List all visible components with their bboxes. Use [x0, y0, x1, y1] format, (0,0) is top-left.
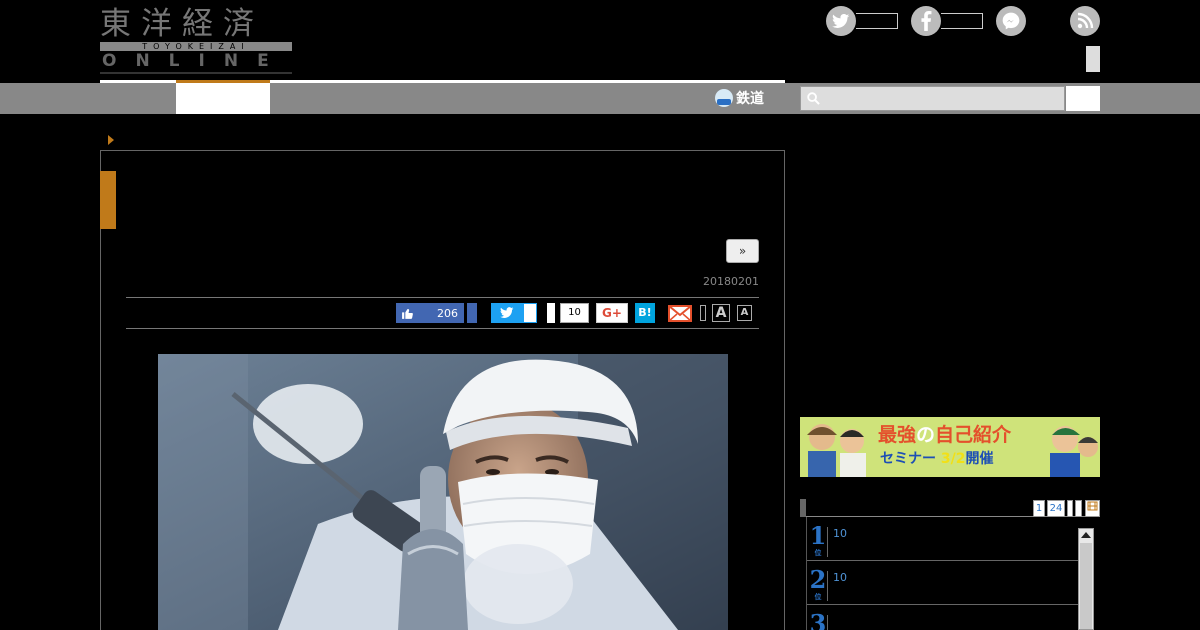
ranking-tab-4[interactable]: [1075, 500, 1082, 517]
rank-separator: [827, 527, 828, 557]
nav-rail-label: 鉄道: [736, 91, 764, 107]
rank-number: 3: [809, 611, 827, 630]
twitter-bird-icon: [500, 307, 514, 319]
tweet-button[interactable]: [491, 303, 523, 323]
facebook-like-count: 206: [437, 306, 458, 320]
ranking-row[interactable]: 2位 10: [807, 561, 1079, 605]
scroll-thumb[interactable]: [1080, 543, 1092, 629]
seminar-banner[interactable]: 最強の自己紹介 セミナー 3/2開催: [800, 417, 1100, 477]
logo-underline: [100, 72, 292, 74]
ranking-row[interactable]: 3: [807, 605, 1079, 630]
logo-online: ONLINE: [102, 51, 288, 71]
ranking-scrollbar[interactable]: [1078, 528, 1094, 630]
hatena-bookmark-button[interactable]: B!: [635, 303, 655, 323]
print-button[interactable]: [700, 305, 706, 321]
rank-digit: 1: [809, 521, 827, 550]
thumbs-up-icon: [402, 308, 413, 319]
rank-value: 10: [833, 571, 847, 584]
ranking-header-bar: [800, 499, 806, 517]
google-plus-button[interactable]: G+: [596, 303, 628, 323]
banner-subtitle: セミナー 3/2開催: [880, 450, 993, 468]
rank-separator: [827, 571, 828, 601]
search-icon: [807, 92, 820, 105]
rank-number: 1位: [809, 521, 827, 557]
rank-suffix: 位: [814, 548, 822, 557]
messenger-share[interactable]: [996, 6, 1026, 36]
ranking-tab-icon: [1087, 501, 1098, 511]
twitter-icon: [826, 6, 856, 36]
logo-kanji: 東洋経済: [100, 6, 264, 42]
nav-tab-active[interactable]: [176, 83, 270, 114]
title-accent-bar: [100, 171, 116, 229]
ranking-row[interactable]: 1位 10: [807, 517, 1079, 561]
twitter-follow[interactable]: [826, 6, 898, 36]
banner-title-a: 最強: [878, 424, 917, 446]
scroll-up-icon[interactable]: [1081, 532, 1091, 538]
header-widget[interactable]: [1086, 46, 1100, 72]
train-icon: [715, 89, 733, 107]
font-size-small-button[interactable]: A: [737, 305, 752, 321]
banner-subtitle-date: 3/2: [940, 451, 966, 467]
twitter-follow-count: [856, 13, 898, 29]
ranking-list: 1位 10 2位 10 3: [806, 517, 1100, 630]
logo-romaji: TOYOKEIZAI: [100, 42, 292, 51]
facebook-share-button[interactable]: [467, 303, 477, 323]
rank-digit: 3: [809, 609, 827, 630]
banner-title: 最強の自己紹介: [878, 424, 1011, 446]
article-date: 20180201: [703, 275, 759, 288]
tweet-count: [523, 303, 537, 323]
article-photo: [158, 354, 728, 630]
share-divider-top: [126, 297, 759, 298]
nav-rail-link[interactable]: 鉄道: [715, 86, 764, 110]
share-button[interactable]: [547, 303, 555, 323]
facebook-like-button[interactable]: 206: [396, 303, 464, 323]
ranking-tab-1[interactable]: 1: [1033, 500, 1045, 517]
site-logo[interactable]: 東洋経済 TOYOKEIZAI ONLINE: [100, 6, 292, 70]
breadcrumb-arrow-icon: [108, 135, 114, 145]
page: 東洋経済 TOYOKEIZAI ONLINE 鉄道 » 20180201 206…: [0, 0, 1200, 630]
search-input[interactable]: [800, 86, 1065, 111]
mail-icon[interactable]: [668, 305, 692, 322]
rank-number: 2位: [809, 565, 827, 601]
search-button[interactable]: [1066, 86, 1100, 111]
rank-value: 10: [833, 527, 847, 540]
facebook-follow[interactable]: [911, 6, 983, 36]
banner-title-b: の: [916, 424, 936, 446]
ranking-tab-5[interactable]: [1085, 500, 1100, 517]
facebook-icon: [911, 6, 941, 36]
banner-subtitle-c: 開催: [965, 451, 994, 467]
ranking-tab-3[interactable]: [1067, 500, 1073, 517]
rank-separator: [827, 615, 828, 630]
rank-suffix: 位: [814, 592, 822, 601]
font-size-large-button[interactable]: A: [712, 304, 730, 322]
facebook-follow-count: [941, 13, 983, 29]
ranking-tab-24[interactable]: 24: [1047, 500, 1065, 517]
share-divider-bottom: [126, 328, 759, 329]
rank-digit: 2: [809, 565, 827, 594]
rss-icon[interactable]: [1070, 6, 1100, 36]
banner-subtitle-a: セミナー: [880, 451, 941, 467]
share-count: 10: [560, 303, 589, 323]
messenger-icon: [996, 6, 1026, 36]
next-page-button[interactable]: »: [726, 239, 759, 263]
banner-title-c: 自己紹介: [935, 424, 1012, 446]
